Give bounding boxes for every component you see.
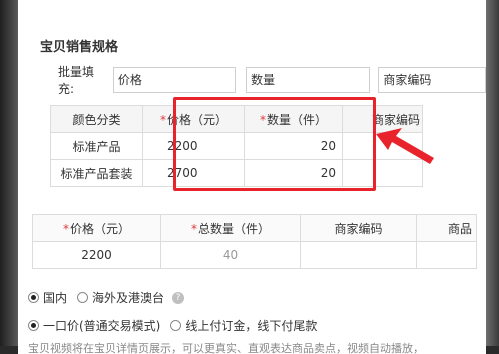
batch-price-input[interactable]: 价格 — [112, 67, 237, 93]
radio-overseas[interactable] — [77, 292, 89, 303]
radio-domestic[interactable] — [28, 292, 39, 303]
total-header-price: *价格（元） — [32, 214, 161, 242]
red-arrow-icon — [376, 128, 434, 164]
total-quantity-cell: 40 — [160, 241, 301, 269]
total-header-quantity: *总数量（件） — [160, 214, 301, 242]
batch-merchant-code-input[interactable]: 商家编码 — [378, 67, 486, 93]
radio-deposit[interactable] — [170, 320, 182, 331]
totals-header: *价格（元） *总数量（件） 商家编码 商品 — [32, 214, 477, 242]
radio-overseas-label: 海外及港澳台 — [92, 291, 165, 305]
totals-row: 2200 40 — [32, 241, 477, 269]
totals-table: *价格（元） *总数量（件） 商家编码 商品 2200 40 — [32, 214, 477, 269]
video-note-text: 宝贝视频将在宝贝详情页展示，可以更真实、直观表达商品卖点，视频自动播放， — [28, 342, 424, 354]
red-highlight-box — [173, 97, 376, 191]
radio-fixed-price-label: 一口价(普通交易模式) — [43, 319, 161, 333]
listing-form-screen: 宝贝销售规格 批量填充: 价格 数量 商家编码 颜色分类 *价格（元） *数量（… — [18, 0, 486, 354]
total-header-barcode: 商品 — [416, 214, 477, 242]
total-price-cell[interactable]: 2200 — [32, 241, 161, 269]
radio-fixed-price[interactable] — [28, 320, 39, 331]
batch-fill-row: 批量填充: 价格 数量 商家编码 — [58, 65, 486, 96]
help-icon[interactable]: ? — [172, 291, 185, 304]
batch-quantity-input[interactable]: 数量 — [246, 67, 371, 93]
total-barcode-cell[interactable] — [416, 241, 477, 269]
row-name: 标准产品套装 — [50, 159, 143, 187]
region-radio-group: 国内 海外及港澳台 ? — [28, 289, 185, 306]
sales-spec-title: 宝贝销售规格 — [40, 40, 119, 55]
radio-domestic-label: 国内 — [43, 291, 68, 305]
row-name: 标准产品 — [50, 132, 143, 160]
header-color-category: 颜色分类 — [50, 105, 143, 133]
total-header-merchant-code: 商家编码 — [300, 214, 417, 242]
batch-fill-label: 批量填充: — [58, 65, 95, 96]
sale-mode-radio-group: 一口价(普通交易模式) 线上付订金，线下付尾款 — [28, 317, 317, 334]
radio-deposit-label: 线上付订金，线下付尾款 — [185, 319, 318, 333]
total-merchant-code-cell[interactable] — [300, 241, 417, 269]
